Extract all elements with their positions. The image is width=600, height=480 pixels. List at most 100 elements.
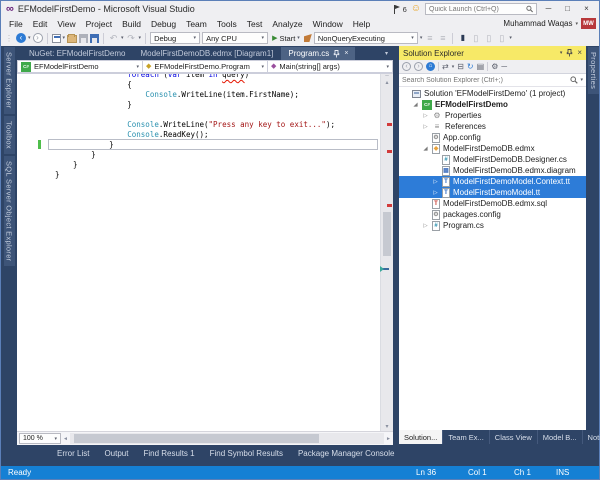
close-icon[interactable]: × — [577, 49, 582, 57]
tree-item-modelfirstdemodb-designer-cs[interactable]: #ModelFirstDemoDB.Designer.cs — [399, 154, 586, 165]
chevron-down-icon[interactable]: ▾ — [509, 35, 512, 41]
menu-debug[interactable]: Debug — [146, 19, 181, 29]
tree-item-solution-efmodelfirstdemo-1-project[interactable]: Solution 'EFModelFirstDemo' (1 project) — [399, 88, 586, 99]
panel-tab-output[interactable]: Output — [104, 449, 128, 466]
menu-edit[interactable]: Edit — [28, 19, 53, 29]
quick-launch-input[interactable] — [429, 6, 524, 13]
error-mark[interactable] — [387, 150, 392, 153]
project-dropdown[interactable]: C# EFModelFirstDemo ▾ — [17, 60, 143, 73]
feedback-smiley-icon[interactable]: ☺ — [411, 4, 421, 14]
panel-tab-package-manager-console[interactable]: Package Manager Console — [298, 449, 395, 466]
scroll-up-icon[interactable]: ▴ — [381, 80, 393, 86]
tree-item-modelfirstdemomodel-tt[interactable]: ▷TModelFirstDemoModel.tt — [399, 187, 586, 198]
code-line[interactable]: Console.WriteLine(item.FirstName); — [17, 90, 380, 100]
se-tab-class-view[interactable]: Class View — [490, 430, 538, 444]
se-forward-button[interactable]: › — [414, 62, 423, 71]
tree-item-modelfirstdemomodel-context-tt[interactable]: ▷TModelFirstDemoModel.Context.tt — [399, 176, 586, 187]
minimize-button[interactable]: ─ — [541, 3, 556, 15]
menu-window[interactable]: Window — [308, 19, 348, 29]
scrollbar-thumb[interactable] — [383, 212, 391, 256]
tree-expander-icon[interactable]: ▷ — [432, 179, 439, 185]
doc-tab-modelfirstdemodb-edmx-diagram1[interactable]: ModelFirstDemoDB.edmx [Diagram1] — [133, 47, 280, 60]
tree-item-efmodelfirstdemo[interactable]: ◢C#EFModelFirstDemo — [399, 99, 586, 110]
solution-platforms-dropdown[interactable]: Any CPU ▾ — [202, 32, 268, 44]
notifications-button[interactable]: 6 — [393, 5, 407, 14]
sql-event-dropdown[interactable]: NonQueryExecuting ▾ — [314, 32, 418, 44]
pin-icon[interactable] — [566, 49, 573, 57]
code-line[interactable]: } — [17, 170, 380, 180]
code-line[interactable]: Console.WriteLine("Press any key to exit… — [17, 120, 380, 130]
tree-item-packages-config[interactable]: ⚙packages.config — [399, 209, 586, 220]
tree-expander-icon[interactable]: ▷ — [422, 124, 429, 130]
se-tab-team-ex[interactable]: Team Ex... — [443, 430, 489, 444]
show-all-files-icon[interactable]: ▤ — [477, 62, 485, 71]
error-mark[interactable] — [387, 123, 392, 126]
close-button[interactable]: × — [579, 3, 594, 15]
properties-wrench-icon[interactable]: ⚙ — [491, 62, 498, 71]
save-all-icon[interactable] — [90, 34, 99, 43]
sidebar-tab-properties[interactable]: Properties — [588, 47, 599, 94]
menu-test[interactable]: Test — [242, 19, 268, 29]
menu-help[interactable]: Help — [348, 19, 375, 29]
outdent-lines-icon[interactable]: ≡ — [437, 33, 448, 43]
editor-horizontal-scrollbar[interactable] — [70, 433, 384, 444]
maximize-button[interactable]: □ — [560, 3, 575, 15]
new-project-icon[interactable] — [52, 34, 61, 43]
chevron-down-icon[interactable]: ▾ — [121, 35, 124, 41]
menu-project[interactable]: Project — [81, 19, 117, 29]
sidebar-tab-server-explorer[interactable]: Server Explorer — [4, 47, 15, 114]
se-back-button[interactable]: ‹ — [402, 62, 411, 71]
error-mark[interactable] — [387, 204, 392, 207]
navigate-forward-button[interactable]: › — [33, 33, 43, 43]
type-dropdown[interactable]: ◆ EFModelFirstDemo.Program ▾ — [143, 60, 268, 73]
code-line[interactable]: { — [17, 80, 380, 90]
preview-selected-items-icon[interactable]: ─ — [501, 62, 507, 71]
splitter-grip-icon[interactable]: ─ — [381, 74, 393, 79]
toolbar-grip[interactable]: ⋮ — [5, 34, 13, 43]
next-bookmark-icon[interactable]: ▯ — [483, 33, 494, 43]
tree-item-modelfirstdemodb-edmx-sql[interactable]: TModelFirstDemoDB.edmx.sql — [399, 198, 586, 209]
menu-view[interactable]: View — [52, 19, 80, 29]
chevron-down-icon[interactable]: ▾ — [452, 64, 455, 70]
tree-expander-icon[interactable]: ▷ — [422, 223, 429, 229]
menu-team[interactable]: Team — [181, 19, 212, 29]
redo-icon[interactable]: ↷ — [126, 33, 137, 43]
doc-tab-nuget-efmodelfirstdemo[interactable]: NuGet: EFModelFirstDemo — [22, 47, 132, 60]
chevron-down-icon[interactable]: ▾ — [580, 77, 583, 83]
chevron-down-icon[interactable]: ▾ — [28, 35, 31, 41]
menu-build[interactable]: Build — [117, 19, 146, 29]
tree-item-program-cs[interactable]: ▷#Program.cs — [399, 220, 586, 231]
collapse-all-icon[interactable]: ⊟ — [457, 62, 464, 71]
navigate-backward-button[interactable]: ‹ — [16, 33, 26, 43]
menu-tools[interactable]: Tools — [212, 19, 242, 29]
tree-item-modelfirstdemodb-edmx-diagram[interactable]: ▦ModelFirstDemoDB.edmx.diagram — [399, 165, 586, 176]
chevron-down-icon[interactable]: ▾ — [63, 35, 66, 41]
tree-expander-icon[interactable]: ◢ — [422, 146, 429, 152]
indent-lines-icon[interactable]: ≡ — [424, 33, 435, 43]
close-tab-icon[interactable]: × — [344, 50, 348, 57]
zoom-selector[interactable]: 100 % ▾ — [19, 433, 61, 444]
tree-expander-icon[interactable]: ◢ — [412, 102, 419, 108]
chevron-down-icon[interactable]: ▾ — [139, 35, 142, 41]
solution-search-input[interactable] — [402, 77, 568, 84]
document-list-dropdown-icon[interactable]: ▾ — [385, 50, 388, 57]
chevron-down-icon[interactable]: ▾ — [420, 35, 423, 41]
save-icon[interactable] — [79, 34, 88, 43]
tree-item-app-config[interactable]: ⚙App.config — [399, 132, 586, 143]
menu-analyze[interactable]: Analyze — [267, 19, 307, 29]
bookmark-icon[interactable]: ▮ — [457, 33, 468, 43]
code-line[interactable]: } — [17, 140, 380, 150]
sidebar-tab-sql-server-object-explorer[interactable]: SQL Server Object Explorer — [4, 156, 15, 266]
tree-item-references[interactable]: ▷≡References — [399, 121, 586, 132]
panel-tab-find-symbol-results[interactable]: Find Symbol Results — [210, 449, 283, 466]
editor-vertical-scrollbar[interactable]: ─ ▴ ▾ — [380, 74, 393, 431]
code-line[interactable]: } — [17, 150, 380, 160]
sql-debugger-icon[interactable] — [304, 34, 312, 42]
doc-tab-program-cs[interactable]: Program.cs× — [281, 47, 355, 60]
menu-file[interactable]: File — [4, 19, 28, 29]
tree-expander-icon[interactable]: ▷ — [422, 113, 429, 119]
se-tab-solution[interactable]: Solution... — [399, 430, 443, 444]
previous-bookmark-icon[interactable]: ▯ — [470, 33, 481, 43]
home-icon[interactable]: ⌂ — [426, 62, 435, 71]
panel-tab-find-results-1[interactable]: Find Results 1 — [143, 449, 194, 466]
